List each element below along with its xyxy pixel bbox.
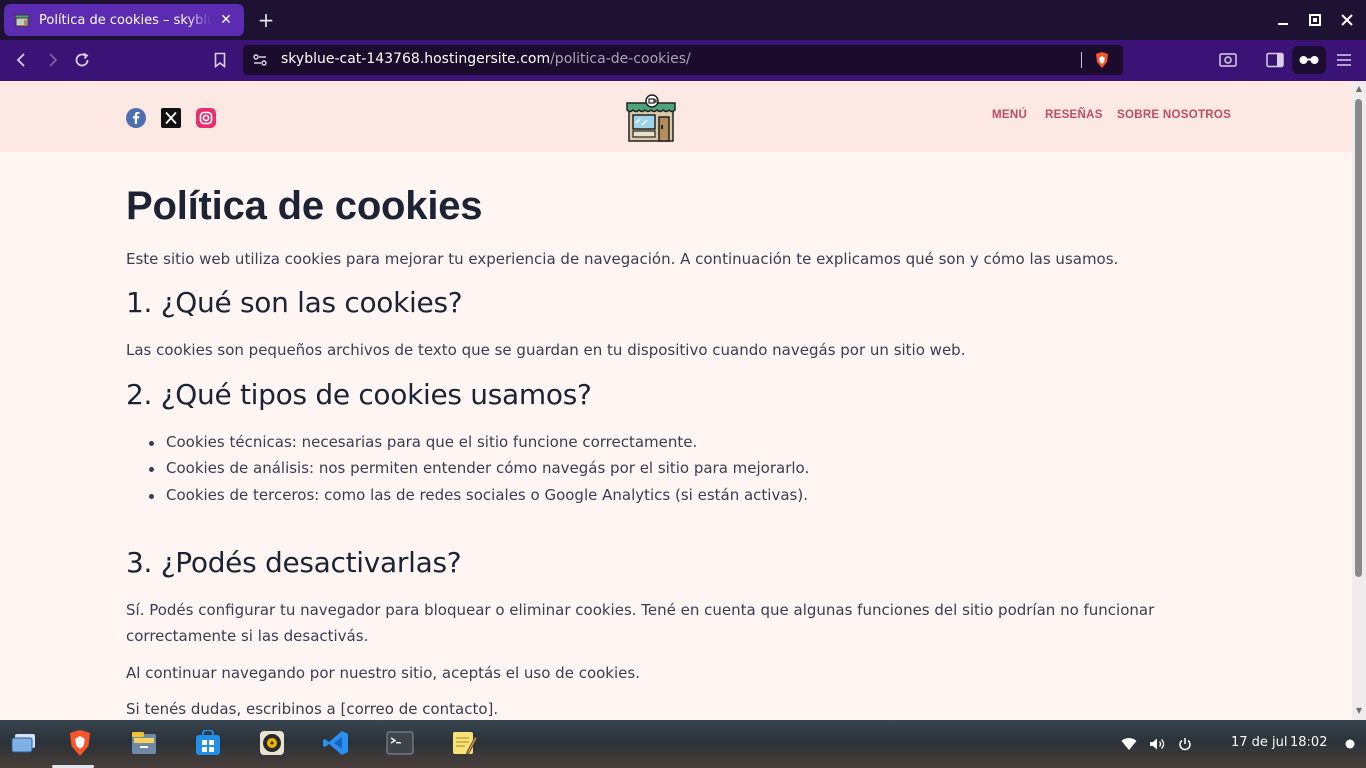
section-1-paragraph: Las cookies son pequeños archivos de tex… — [126, 341, 966, 359]
tab-title: Política de cookies – skyblue-cat-143768 — [39, 12, 212, 28]
tab-close-button[interactable]: ✕ — [218, 12, 234, 28]
list-item: Cookies de terceros: como las de redes s… — [149, 486, 808, 504]
power-icon[interactable] — [1177, 736, 1193, 752]
intro-paragraph: Este sitio web utiliza cookies para mejo… — [126, 250, 1119, 268]
page-scrollbar[interactable]: ▲ ▼ — [1352, 81, 1366, 720]
section-2-heading: 2. ¿Qué tipos de cookies usamos? — [126, 378, 592, 411]
system-taskbar: 17 de jul 18:02 — [0, 720, 1366, 768]
launcher-icon[interactable] — [10, 729, 38, 757]
back-icon[interactable] — [10, 48, 34, 72]
maximize-icon[interactable] — [1305, 10, 1325, 30]
site-info-icon[interactable] — [252, 52, 268, 68]
sidebar-icon[interactable] — [1263, 48, 1287, 72]
minimize-icon[interactable] — [1273, 10, 1293, 30]
reader-mode-icon[interactable] — [1292, 46, 1326, 74]
nav-link-menu[interactable]: MENÚ — [992, 109, 1027, 121]
url-separator — [1081, 52, 1082, 68]
list-item: Cookies técnicas: necesarias para que el… — [148, 433, 698, 451]
terminal-icon[interactable] — [386, 729, 414, 757]
address-bar[interactable]: skyblue-cat-143768.hostingersite.com/pol… — [243, 45, 1123, 75]
store-icon[interactable] — [194, 729, 222, 757]
menu-icon[interactable] — [1332, 48, 1356, 72]
section-3-heading: 3. ¿Podés desactivarlas? — [126, 546, 462, 579]
scrollbar-thumb[interactable] — [1355, 99, 1362, 577]
facebook-icon[interactable] — [126, 108, 146, 128]
scroll-up-icon[interactable]: ▲ — [1354, 84, 1364, 94]
browser-tab-strip: Política de cookies – skyblue-cat-143768… — [0, 0, 1366, 40]
nav-link-resenas[interactable]: RESEÑAS — [1045, 109, 1103, 121]
volume-icon[interactable] — [1149, 736, 1165, 752]
forward-icon[interactable] — [40, 48, 64, 72]
notification-dot-icon[interactable] — [1342, 736, 1358, 752]
wifi-icon[interactable] — [1121, 736, 1137, 752]
bookmark-icon[interactable] — [208, 48, 232, 72]
browser-tab-active[interactable]: Política de cookies – skyblue-cat-143768… — [4, 4, 244, 36]
text-editor-icon[interactable] — [450, 729, 478, 757]
new-tab-button[interactable]: + — [257, 10, 275, 30]
instagram-icon[interactable] — [196, 108, 216, 128]
screenshot-icon[interactable] — [1216, 48, 1240, 72]
music-icon[interactable] — [258, 729, 286, 757]
section-1-heading: 1. ¿Qué son las cookies? — [126, 286, 463, 319]
scroll-down-icon[interactable]: ▼ — [1354, 706, 1364, 716]
files-icon[interactable] — [130, 729, 158, 757]
browser-toolbar: skyblue-cat-143768.hostingersite.com/pol… — [0, 40, 1366, 81]
list-item: Cookies de análisis: nos permiten entend… — [148, 459, 810, 477]
brave-shields-icon[interactable] — [1093, 51, 1111, 69]
taskbar-date[interactable]: 17 de jul — [1231, 735, 1288, 750]
reload-icon[interactable] — [70, 48, 94, 72]
site-header: MENÚ RESEÑAS SOBRE NOSOTROS — [0, 81, 1352, 152]
url-text[interactable]: skyblue-cat-143768.hostingersite.com/pol… — [281, 51, 691, 67]
url-domain: skyblue-cat-143768.hostingersite.com — [281, 51, 551, 67]
taskbar-time[interactable]: 18:02 — [1290, 735, 1327, 750]
section-3-paragraph-line-1: Sí. Podés configurar tu navegador para b… — [126, 601, 1155, 619]
store-favicon-icon — [14, 12, 30, 28]
nav-link-sobre-nosotros[interactable]: SOBRE NOSOTROS — [1117, 109, 1231, 121]
section-3-paragraph-line-2: correctamente si las desactivás. — [126, 627, 369, 645]
page-title: Política de cookies — [126, 184, 483, 228]
x-icon[interactable] — [161, 108, 181, 128]
brave-icon[interactable] — [66, 729, 94, 757]
close-window-icon[interactable] — [1337, 10, 1357, 30]
continue-paragraph: Al continuar navegando por nuestro sitio… — [126, 664, 640, 682]
vscode-icon[interactable] — [322, 729, 350, 757]
contact-paragraph: Si tenés dudas, escribinos a [correo de … — [126, 700, 499, 718]
site-logo[interactable] — [625, 93, 677, 143]
page-viewport: MENÚ RESEÑAS SOBRE NOSOTROS Política de … — [0, 81, 1352, 720]
url-path: /politica-de-cookies/ — [550, 51, 691, 67]
